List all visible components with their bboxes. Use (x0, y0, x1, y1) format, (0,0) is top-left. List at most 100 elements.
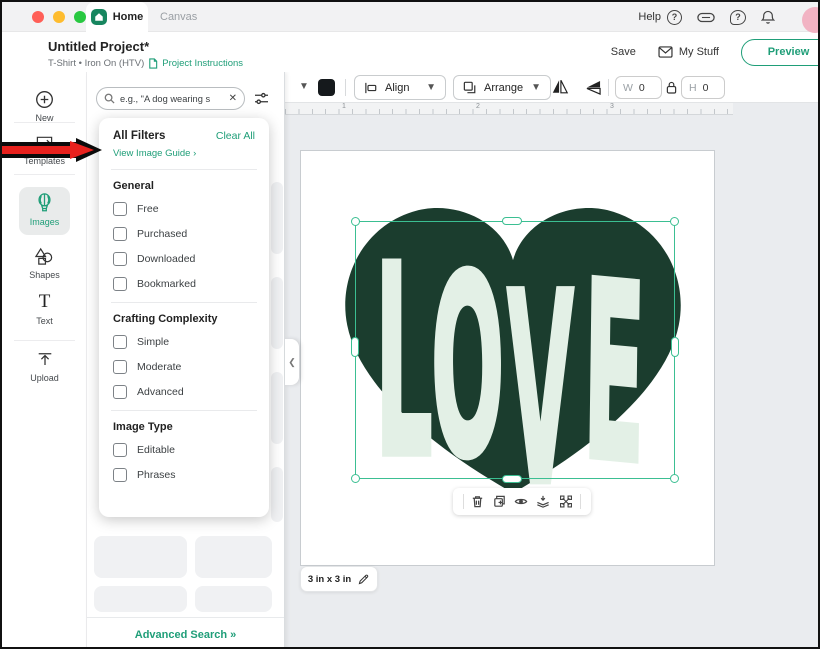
selection-bounding-box[interactable] (355, 221, 675, 479)
cricut-home-icon (91, 9, 107, 25)
divider (111, 169, 257, 170)
filter-group-title: Crafting Complexity (113, 313, 255, 325)
divider (345, 79, 346, 96)
filter-sliders-icon[interactable] (254, 92, 269, 105)
duplicate-icon[interactable] (492, 494, 507, 509)
machine-icon[interactable] (697, 12, 715, 23)
checkbox[interactable] (113, 360, 127, 374)
checkbox[interactable] (113, 335, 127, 349)
sidebar-item-shapes[interactable]: Shapes (2, 247, 87, 280)
filter-option-phrases[interactable]: Phrases (113, 468, 255, 482)
edit-size-icon[interactable] (357, 573, 370, 586)
selection-handle-top-right[interactable] (670, 217, 679, 226)
filter-option-moderate[interactable]: Moderate (113, 360, 255, 374)
lock-icon[interactable] (666, 81, 677, 94)
height-field[interactable]: H 0 (681, 76, 725, 99)
result-placeholder (94, 536, 187, 578)
view-image-guide-link[interactable]: View Image Guide › (113, 148, 255, 159)
tab-canvas[interactable]: Canvas (152, 2, 205, 32)
my-stuff-label: My Stuff (679, 46, 719, 58)
selection-handle-bottom-left[interactable] (351, 474, 360, 483)
project-subtitle: T-Shirt • Iron On (HTV) (48, 58, 144, 69)
templates-icon (35, 134, 54, 152)
checkbox[interactable] (113, 468, 127, 482)
weld-icon[interactable] (558, 494, 574, 509)
checkbox-label: Simple (137, 336, 169, 348)
selection-handle-left-middle[interactable] (351, 337, 359, 357)
selection-handle-top-center[interactable] (502, 217, 522, 225)
checkbox[interactable] (113, 443, 127, 457)
hide-icon[interactable] (513, 494, 529, 509)
selection-handle-top-left[interactable] (351, 217, 360, 226)
height-label: H (689, 82, 697, 94)
result-placeholder (271, 467, 283, 522)
sidebar-item-templates[interactable]: Templates (2, 134, 87, 166)
preview-button[interactable]: Preview (741, 39, 820, 66)
flatten-icon[interactable] (535, 494, 551, 509)
close-window-button[interactable] (32, 11, 44, 23)
filter-option-bookmarked[interactable]: Bookmarked (113, 277, 255, 291)
layers-icon (463, 81, 477, 94)
sidebar-item-text[interactable]: T Text (2, 292, 87, 326)
flip-horizontal-icon[interactable] (551, 78, 569, 95)
flip-vertical-icon[interactable] (584, 80, 603, 95)
save-button[interactable]: Save (611, 46, 636, 58)
clear-all-link[interactable]: Clear All (216, 130, 255, 142)
help-icon[interactable]: ? (667, 10, 682, 25)
sidebar-item-new[interactable]: New (2, 90, 87, 123)
arrange-dropdown[interactable]: Arrange ▼ (453, 75, 551, 100)
size-label: 3 in x 3 in (308, 574, 351, 585)
checkbox-label: Downloaded (137, 253, 195, 265)
checkbox[interactable] (113, 385, 127, 399)
project-instructions-link[interactable]: Project Instructions (162, 58, 243, 69)
ruler-mark: 3 (610, 103, 614, 110)
clear-search-icon[interactable]: ✕ (229, 93, 237, 104)
filter-group-title: Image Type (113, 421, 255, 433)
chevron-down-icon[interactable]: ▼ (299, 81, 309, 92)
delete-icon[interactable] (470, 494, 485, 509)
selection-handle-right-middle[interactable] (671, 337, 679, 357)
checkbox[interactable] (113, 277, 127, 291)
filter-option-downloaded[interactable]: Downloaded (113, 252, 255, 266)
sidebar-item-upload[interactable]: Upload (2, 352, 87, 383)
app-window: 1 2 3 L O V E (0, 0, 820, 649)
image-search-input[interactable]: e.g., "A dog wearing s ✕ (96, 87, 245, 110)
checkbox-label: Editable (137, 444, 175, 456)
zoom-window-button[interactable] (74, 11, 86, 23)
filter-option-free[interactable]: Free (113, 202, 255, 216)
selection-handle-bottom-right[interactable] (670, 474, 679, 483)
window-tab-bar: Home Canvas Help ? ? (2, 2, 818, 32)
width-field[interactable]: W 0 (615, 76, 662, 99)
checkbox[interactable] (113, 202, 127, 216)
chevron-down-icon: ▼ (426, 82, 436, 93)
selection-handle-bottom-center[interactable] (502, 475, 522, 483)
my-stuff-button[interactable]: My Stuff (658, 46, 719, 58)
result-placeholder (271, 277, 283, 349)
minimize-window-button[interactable] (53, 11, 65, 23)
checkbox-label: Advanced (137, 386, 184, 398)
notifications-bell-icon[interactable] (761, 10, 775, 25)
checkbox-label: Moderate (137, 361, 181, 373)
selection-size-chip[interactable]: 3 in x 3 in (300, 566, 378, 592)
filter-option-purchased[interactable]: Purchased (113, 227, 255, 241)
divider (111, 302, 257, 303)
checkbox-label: Free (137, 203, 159, 215)
filter-option-simple[interactable]: Simple (113, 335, 255, 349)
collapse-panel-tab[interactable]: ❮ (285, 339, 299, 385)
filter-option-editable[interactable]: Editable (113, 443, 255, 457)
filter-option-advanced[interactable]: Advanced (113, 385, 255, 399)
arrange-label: Arrange (484, 82, 523, 94)
align-dropdown[interactable]: Align ▼ (354, 75, 446, 100)
left-sidebar: New Templates Images Shapes T Tex (2, 72, 87, 649)
help-label[interactable]: Help (638, 11, 661, 23)
checkbox-label: Purchased (137, 228, 187, 240)
checkbox[interactable] (113, 252, 127, 266)
advanced-search-link[interactable]: Advanced Search » (135, 629, 237, 641)
sidebar-item-images[interactable]: Images (2, 193, 87, 227)
ruler-mark: 2 (476, 103, 480, 110)
color-swatch[interactable] (318, 79, 335, 96)
tab-home[interactable]: Home (86, 2, 148, 32)
result-placeholder (271, 182, 283, 254)
checkbox[interactable] (113, 227, 127, 241)
feedback-icon[interactable]: ? (730, 10, 746, 25)
